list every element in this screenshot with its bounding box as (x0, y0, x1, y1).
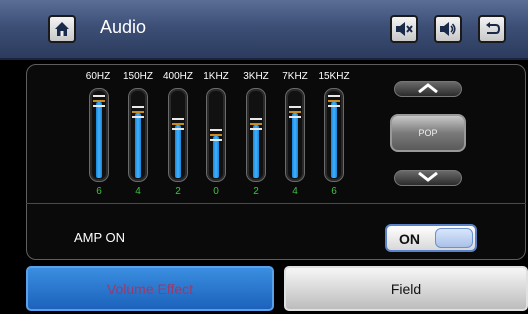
slider-fill (331, 101, 337, 178)
band-label-60hz: 60HZ (85, 71, 111, 82)
eq-slider-400hz[interactable] (168, 88, 188, 182)
home-icon (54, 21, 70, 37)
band-label-1khz: 1KHZ (203, 71, 229, 82)
band-value-60hz: 6 (96, 186, 102, 197)
band-label-15khz: 15KHZ (318, 71, 350, 82)
eq-slider-150hz[interactable] (128, 88, 148, 182)
slider-fill (292, 113, 298, 178)
slider-knob[interactable] (132, 106, 144, 119)
band-value-3khz: 2 (253, 186, 259, 197)
slider-fill (96, 101, 102, 178)
amp-label: AMP ON (74, 230, 126, 245)
band-value-7khz: 4 (292, 186, 298, 197)
eq-slider-15khz[interactable] (324, 88, 344, 182)
band-label-400hz: 400HZ (162, 71, 193, 82)
panel-divider (26, 203, 526, 204)
amp-toggle[interactable]: ON (385, 224, 477, 252)
slider-knob[interactable] (328, 94, 340, 107)
chevron-up-icon (417, 80, 439, 98)
band-label-150hz: 150HZ (122, 71, 153, 82)
eq-slider-60hz[interactable] (89, 88, 109, 182)
slider-knob[interactable] (93, 94, 105, 107)
home-button[interactable] (48, 15, 76, 43)
amp-toggle-text: ON (399, 231, 420, 247)
eq-slider-1khz[interactable] (206, 88, 226, 182)
slider-fill (135, 113, 141, 178)
band-label-7khz: 7KHZ (282, 71, 308, 82)
speaker-mute-icon (395, 21, 413, 37)
band-value-1khz: 0 (213, 186, 219, 197)
band-value-400hz: 2 (175, 186, 181, 197)
preset-up-button[interactable] (394, 81, 462, 97)
preset-label: POP (418, 128, 438, 138)
tab-label-volume-effect: Volume Effect (106, 280, 194, 297)
slider-knob[interactable] (172, 117, 184, 130)
speaker-volume-icon (439, 21, 457, 37)
back-button[interactable] (478, 15, 506, 43)
tab-volume-effect[interactable]: Volume Effect (26, 266, 274, 311)
eq-slider-7khz[interactable] (285, 88, 305, 182)
page-title: Audio (100, 17, 147, 37)
mute-button[interactable] (390, 15, 418, 43)
toggle-knob (435, 228, 473, 248)
slider-fill (213, 136, 219, 178)
slider-knob[interactable] (250, 117, 262, 130)
preset-down-button[interactable] (394, 170, 462, 186)
tab-field[interactable]: Field (284, 266, 528, 311)
band-value-15khz: 6 (331, 186, 337, 197)
chevron-down-icon (417, 169, 439, 187)
eq-preset-display[interactable]: POP (390, 114, 466, 152)
band-value-150hz: 4 (135, 186, 141, 197)
band-label-3khz: 3KHZ (243, 71, 269, 82)
slider-fill (253, 124, 259, 178)
tab-label-field: Field (390, 280, 422, 297)
volume-button[interactable] (434, 15, 462, 43)
slider-knob[interactable] (289, 106, 301, 119)
eq-slider-3khz[interactable] (246, 88, 266, 182)
slider-fill (175, 124, 181, 178)
back-arrow-icon (484, 21, 500, 37)
slider-knob[interactable] (210, 129, 222, 141)
